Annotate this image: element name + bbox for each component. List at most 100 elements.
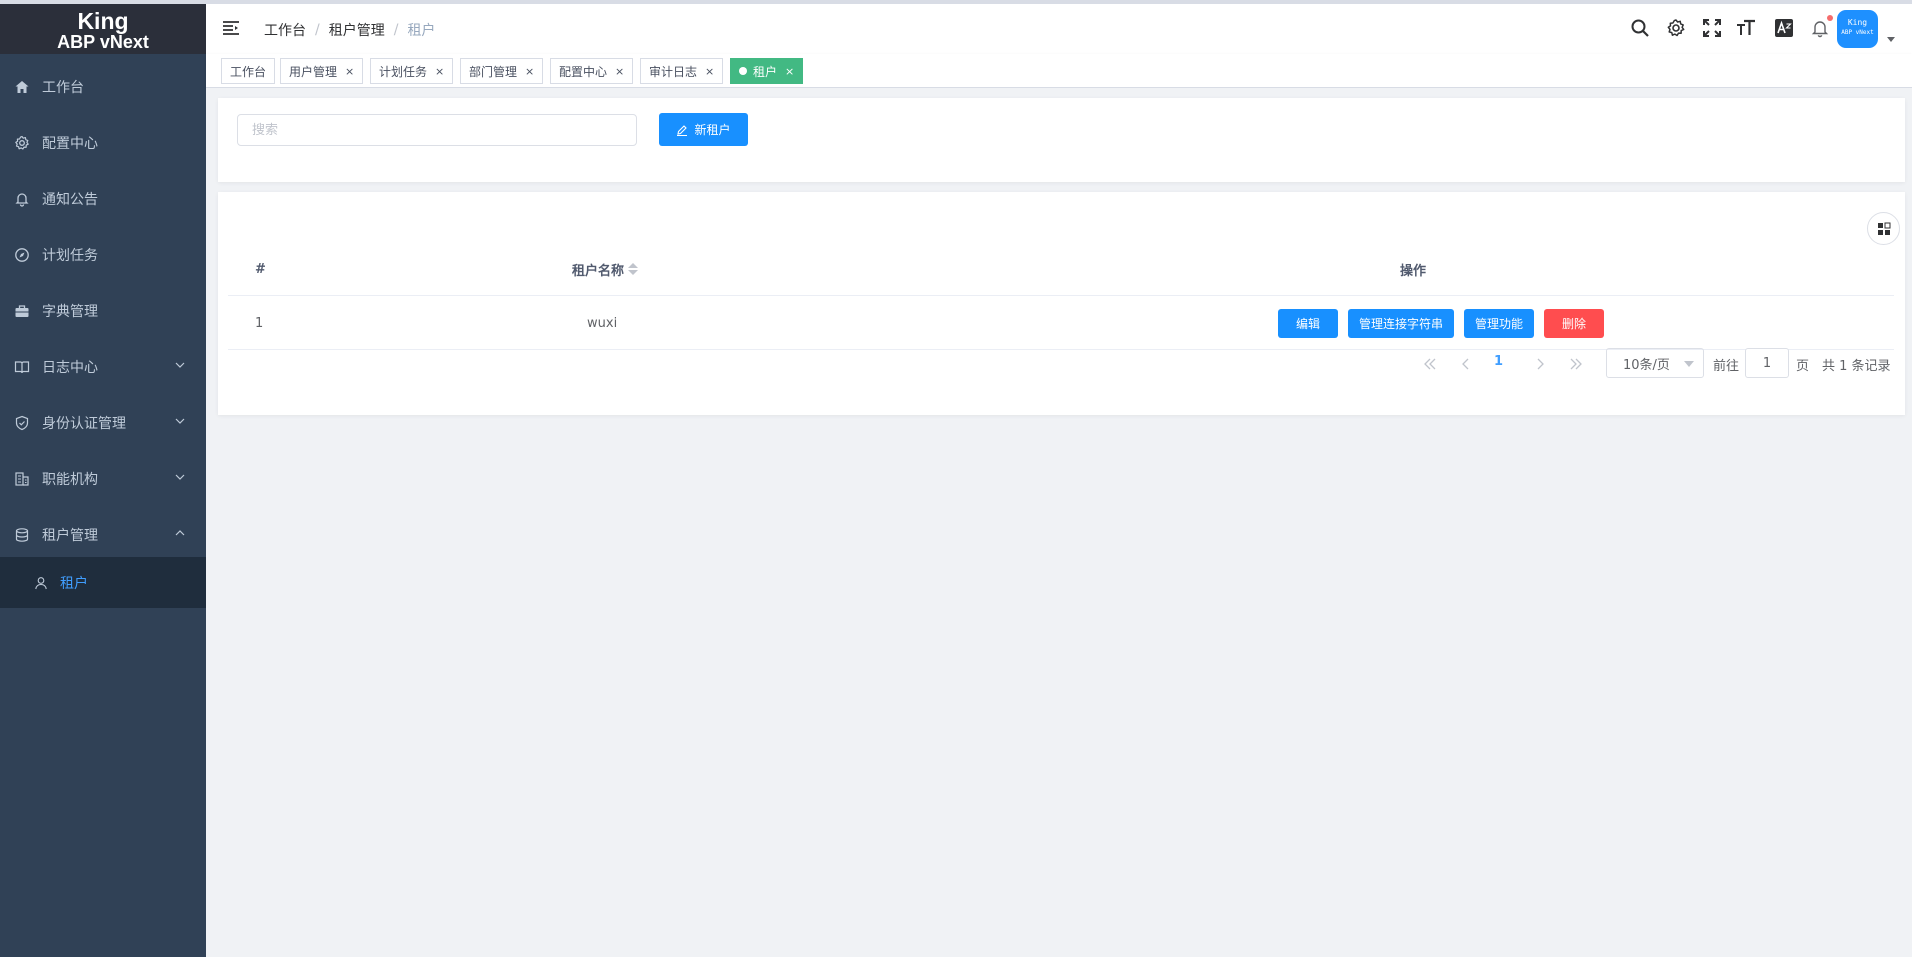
avatar-line1: King [1847, 18, 1868, 27]
close-icon[interactable]: × [525, 65, 534, 78]
active-dot-icon [739, 67, 747, 75]
header-tenant-name[interactable]: 租户名称 [572, 242, 639, 296]
breadcrumb-item[interactable]: 租户管理 [329, 20, 385, 40]
tags-view: 工作台 用户管理 × 计划任务 × 部门管理 × 配置中心 × 审计日志 × 租… [206, 54, 1912, 88]
page-number-current[interactable]: 1 [1494, 354, 1503, 369]
chevron-up-icon [175, 530, 185, 536]
sidebar-item-label: 字典管理 [42, 304, 98, 320]
edit-icon [677, 124, 688, 136]
goto-prefix: 前往 [1713, 359, 1740, 374]
sidebar-item-label: 租户管理 [42, 528, 98, 544]
sidebar-subitem-label: 租户 [60, 575, 88, 592]
breadcrumb: 工作台 / 租户管理 / 租户 [264, 20, 435, 40]
gear-icon [14, 135, 30, 151]
grid-icon [1877, 222, 1890, 235]
close-icon[interactable]: × [345, 65, 354, 78]
row-tenant-name: wuxi [587, 315, 618, 331]
main-content: 新租户 # 租户名称 操作 1 wuxi 编辑 管理连接字符串 管理功能 删除 [206, 88, 1912, 957]
fullscreen-icon[interactable] [1701, 17, 1723, 39]
tag-label: 用户管理 [289, 64, 338, 79]
column-settings-button[interactable] [1867, 212, 1900, 245]
caret-down-icon[interactable] [1887, 37, 1895, 42]
navbar: 工作台 / 租户管理 / 租户 King ABP vNext [206, 4, 1912, 54]
first-page-icon[interactable] [1422, 356, 1438, 372]
tag-tenant-active[interactable]: 租户 × [730, 58, 804, 84]
manage-connection-strings-button[interactable]: 管理连接字符串 [1348, 309, 1454, 338]
compass-icon [14, 247, 30, 263]
font-size-icon[interactable] [1735, 17, 1757, 39]
sidebar-subitem-tenant[interactable]: 租户 [0, 557, 206, 608]
tag-workbench[interactable]: 工作台 [221, 58, 276, 84]
tag-config[interactable]: 配置中心 × [550, 58, 634, 84]
sidebar-item-logs[interactable]: 日志中心 [0, 339, 206, 395]
search-input[interactable] [237, 114, 637, 146]
logo-subtitle: ABP vNext [57, 32, 149, 52]
tag-label: 配置中心 [559, 64, 608, 79]
avatar[interactable]: King ABP vNext [1837, 10, 1878, 48]
header-actions: 操作 [1400, 263, 1427, 279]
sidebar-item-notice[interactable]: 通知公告 [0, 171, 206, 227]
tag-user-management[interactable]: 用户管理 × [280, 58, 364, 84]
tag-label: 工作台 [230, 64, 267, 79]
user-icon [34, 576, 48, 590]
sidebar-item-schedule[interactable]: 计划任务 [0, 227, 206, 283]
search-card: 新租户 [218, 98, 1905, 182]
tag-label: 租户 [753, 64, 778, 79]
tag-label: 审计日志 [649, 64, 698, 79]
row-index: 1 [255, 315, 264, 331]
close-icon[interactable]: × [705, 65, 714, 78]
sidebar-item-dictionary[interactable]: 字典管理 [0, 283, 206, 339]
shield-icon [14, 415, 30, 431]
sidebar-item-workbench[interactable]: 工作台 [0, 59, 206, 115]
caret-down-icon [1684, 361, 1694, 367]
sidebar-item-label: 工作台 [42, 80, 84, 96]
new-tenant-button[interactable]: 新租户 [659, 113, 748, 146]
sidebar-item-label: 计划任务 [42, 248, 98, 264]
notification-badge [1827, 15, 1833, 21]
book-icon [14, 359, 30, 375]
chevron-down-icon [175, 418, 185, 424]
next-page-icon[interactable] [1532, 356, 1548, 372]
database-icon [14, 527, 30, 543]
sidebar-item-tenant-management[interactable]: 租户管理 [0, 507, 206, 563]
close-icon[interactable]: × [435, 65, 444, 78]
notification-bell-icon[interactable] [1809, 15, 1833, 39]
prev-page-icon[interactable] [1458, 356, 1474, 372]
goto-page-input[interactable] [1745, 348, 1789, 378]
sort-icon[interactable] [628, 263, 639, 275]
sidebar-item-label: 身份认证管理 [42, 416, 126, 432]
search-icon[interactable] [1629, 17, 1651, 39]
last-page-icon[interactable] [1568, 356, 1584, 372]
table-row: 1 wuxi 编辑 管理连接字符串 管理功能 删除 [228, 296, 1894, 350]
sidebar-item-label: 配置中心 [42, 136, 98, 152]
total-records: 共 1 条记录 [1822, 359, 1891, 374]
page-size-select[interactable]: 10条/页 [1606, 348, 1704, 378]
tag-audit-log[interactable]: 审计日志 × [640, 58, 724, 84]
page-size-value: 10条/页 [1623, 357, 1670, 373]
menu-fold-icon[interactable] [222, 19, 240, 37]
breadcrumb-separator: / [393, 22, 399, 38]
close-icon[interactable]: × [615, 65, 624, 78]
manage-features-button[interactable]: 管理功能 [1464, 309, 1534, 338]
gear-icon[interactable] [1665, 17, 1687, 39]
table-card: # 租户名称 操作 1 wuxi 编辑 管理连接字符串 管理功能 删除 1 10… [218, 192, 1905, 415]
close-icon[interactable]: × [785, 65, 794, 78]
table-header: # 租户名称 操作 [228, 242, 1894, 296]
sidebar-item-config[interactable]: 配置中心 [0, 115, 206, 171]
building-icon [14, 471, 30, 487]
header-tenant-name-label: 租户名称 [572, 263, 625, 279]
edit-button[interactable]: 编辑 [1278, 309, 1338, 338]
delete-button[interactable]: 删除 [1544, 309, 1604, 338]
logo[interactable]: King ABP vNext [0, 4, 206, 54]
tag-department[interactable]: 部门管理 × [460, 58, 544, 84]
bell-icon [14, 191, 30, 207]
tag-label: 计划任务 [379, 64, 428, 79]
breadcrumb-current: 租户 [407, 23, 436, 39]
sidebar-item-organization[interactable]: 职能机构 [0, 451, 206, 507]
sidebar-item-identity[interactable]: 身份认证管理 [0, 395, 206, 451]
tag-schedule[interactable]: 计划任务 × [370, 58, 454, 84]
new-tenant-label: 新租户 [694, 123, 731, 137]
breadcrumb-item[interactable]: 工作台 [264, 20, 306, 40]
translate-icon[interactable] [1773, 17, 1795, 39]
sidebar-item-label: 通知公告 [42, 192, 98, 208]
